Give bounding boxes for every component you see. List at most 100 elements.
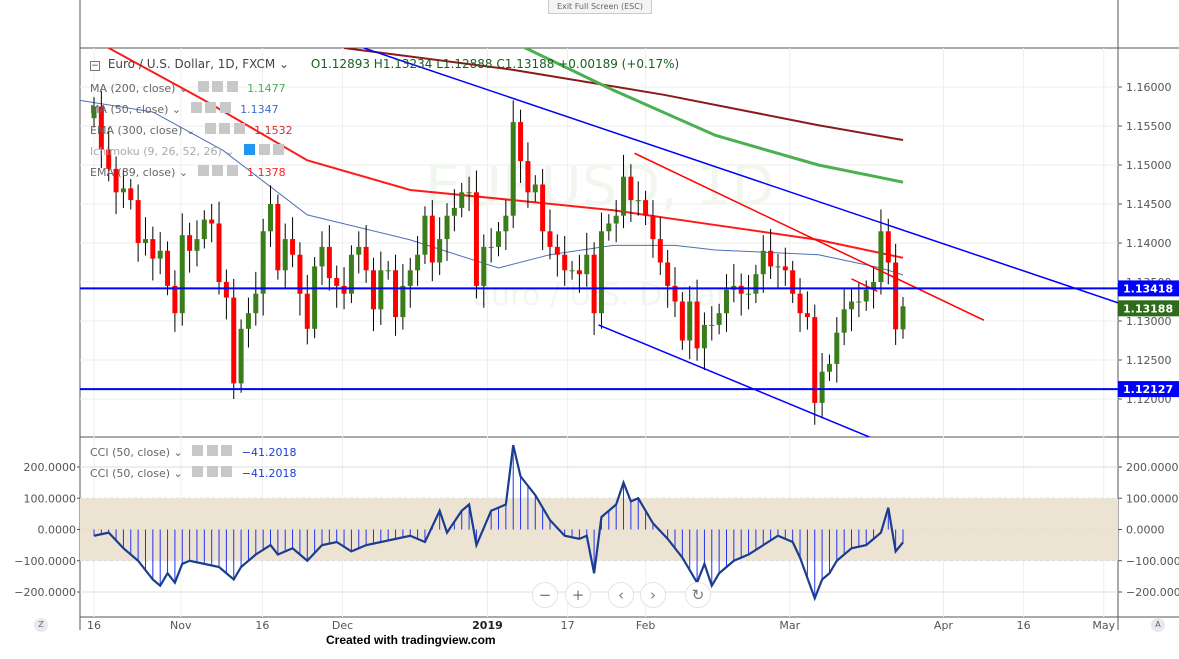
close-icon[interactable] [221,466,233,477]
indicator-label[interactable]: MA (200, close) [90,82,175,95]
eye-icon[interactable] [192,445,204,456]
candle-body [554,246,560,255]
auto-scale-z-button[interactable]: Z [34,618,48,632]
close-icon[interactable] [273,144,285,155]
price-label-text: 1.13418 [1123,282,1173,295]
candle-body [878,231,884,282]
gear-icon[interactable] [212,81,224,92]
price-tick-label: 1.14500 [1126,198,1172,211]
indicator-legend: EMA (89, close) ⌄ 1.1378 [90,165,286,179]
cci-tick-label-left: 100.0000 [24,492,77,505]
exit-fullscreen-button[interactable]: Exit Full Screen (ESC) [548,0,652,14]
price-label-text: 1.12127 [1123,383,1173,396]
candle-body [142,239,148,243]
price-tick-label: 1.14000 [1126,237,1172,250]
cci-value: −41.2018 [241,467,297,480]
candle-body [790,270,796,294]
symbol-title[interactable]: Euro / U.S. Dollar, 1D, FXCM [108,57,275,71]
candle-body [179,235,185,314]
candle-body [746,293,752,295]
candle-body [797,293,803,314]
candle-body [120,188,126,193]
chevron-down-icon[interactable]: ⌄ [172,103,181,116]
time-tick-label: 16 [255,619,269,632]
eye-icon[interactable] [190,102,202,113]
candle-body [819,371,825,403]
chevron-down-icon[interactable]: ⌄ [225,145,234,158]
time-tick-label: May [1092,619,1115,632]
cci-label[interactable]: CCI (50, close) [90,467,170,480]
last-price-text: 1.13188 [1123,302,1173,315]
close-icon[interactable] [226,81,238,92]
indicator-value: 1.1378 [247,166,286,179]
candle-body [319,246,325,267]
close-icon[interactable] [226,165,238,176]
eye-icon[interactable] [197,165,209,176]
chevron-down-icon[interactable]: ⌄ [186,124,195,137]
cci-value: −41.2018 [241,446,297,459]
candle-body [157,250,163,259]
candle-body [400,285,406,318]
close-icon[interactable] [221,445,233,456]
collapse-icon[interactable]: − [90,61,100,71]
candle-body [128,188,134,201]
cci-tick-label-left: 200.0000 [24,461,77,474]
eye-icon[interactable] [204,123,216,134]
close-icon[interactable] [219,102,231,113]
price-tick-label: 1.15500 [1126,120,1172,133]
cci-tick-label: 0.0000 [1126,524,1165,537]
gear-icon[interactable] [206,466,218,477]
indicator-label[interactable]: MA (50, close) [90,103,168,116]
cci-tick-label: −100.0000 [1126,555,1179,568]
candle-body [665,262,671,286]
auto-scale-a-button[interactable]: A [1151,618,1165,632]
candle-body [893,262,899,330]
close-icon[interactable] [233,123,245,134]
candle-body [510,122,516,216]
candle-body [584,254,590,275]
candle-body [407,270,413,286]
candle-body [275,204,281,271]
gear-icon[interactable] [206,445,218,456]
chevron-down-icon[interactable]: ⌄ [179,166,188,179]
indicator-label[interactable]: EMA (89, close) [90,166,175,179]
time-tick-label: Dec [332,619,353,632]
candle-body [613,215,619,224]
candle-body [701,324,707,349]
eye-icon[interactable] [197,81,209,92]
candle-body [687,301,693,341]
cci-label[interactable]: CCI (50, close) [90,446,170,459]
indicator-label[interactable]: Ichimoku (9, 26, 52, 26) [90,145,222,158]
candle-body [826,363,832,372]
candle-body [466,192,472,194]
candle-body [621,176,627,216]
cci-tick-label-left: −200.0000 [14,586,76,599]
candle-body [304,293,310,329]
eye-icon[interactable] [244,144,256,155]
cci-legend-1: CCI (50, close) ⌄ −41.2018 [90,466,297,480]
candle-body [326,246,332,279]
scroll-left-button[interactable]: ‹ [608,582,634,608]
time-tick-label: Feb [636,619,655,632]
candle-body [885,231,891,263]
scroll-right-button[interactable]: › [640,582,666,608]
candle-body [591,254,597,314]
gear-icon[interactable] [219,123,231,134]
chart-canvas[interactable]: 1.160001.155001.150001.145001.140001.135… [0,0,1179,659]
candle-body [782,266,788,271]
candle-body [312,266,318,329]
indicator-label[interactable]: EMA (300, close) [90,124,182,137]
chevron-down-icon[interactable]: ⌄ [275,57,289,71]
candle-body [223,282,229,298]
zoom-out-button[interactable]: − [532,582,558,608]
gear-icon[interactable] [205,102,217,113]
chevron-down-icon[interactable]: ⌄ [179,82,188,95]
candle-body [422,215,428,255]
gear-icon[interactable] [258,144,270,155]
reset-chart-button[interactable]: ↻ [685,582,711,608]
cci-legend-0: CCI (50, close) ⌄ −41.2018 [90,445,297,459]
zoom-in-button[interactable]: + [565,582,591,608]
gear-icon[interactable] [212,165,224,176]
candle-body [393,270,399,318]
eye-icon[interactable] [192,466,204,477]
